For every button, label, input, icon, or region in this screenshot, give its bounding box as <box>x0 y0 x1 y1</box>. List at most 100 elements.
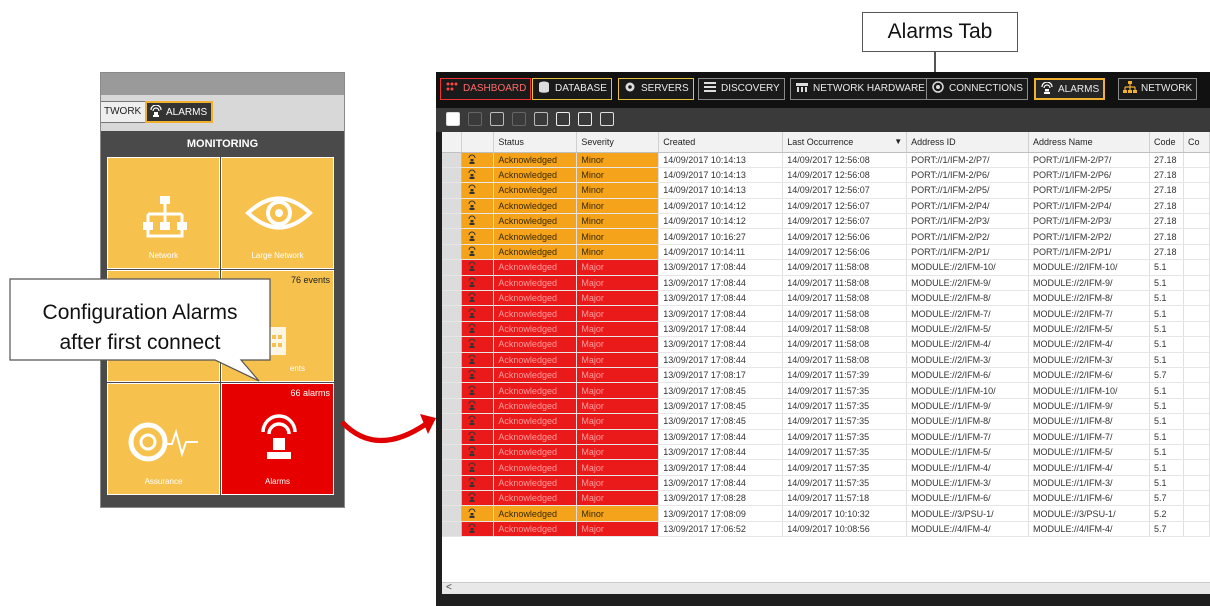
row-gutter[interactable] <box>442 475 463 492</box>
row-gutter[interactable] <box>442 429 463 445</box>
unacknowledge-icon[interactable] <box>512 112 526 126</box>
table-row[interactable]: Acknowledged Major 13/09/2017 17:08:44 14/0… <box>442 305 1210 322</box>
table-row[interactable]: Acknowledged Minor 14/09/2017 10:14:13 14/0… <box>442 182 1210 199</box>
row-gutter[interactable] <box>442 398 463 415</box>
row-gutter[interactable] <box>442 352 463 368</box>
nav-tab-servers[interactable]: SERVERS <box>618 78 694 100</box>
siren-icon <box>468 169 476 180</box>
row-gutter[interactable] <box>442 290 463 307</box>
column-header-address-name[interactable]: Address Name <box>1028 132 1150 153</box>
cell-co <box>1183 352 1210 368</box>
table-row[interactable]: Acknowledged Major 13/09/2017 17:08:44 14/0… <box>442 290 1210 307</box>
cell-address-name: MODULE://2/IFM-3/ <box>1028 352 1150 368</box>
cell-severity: Minor <box>576 505 660 522</box>
tile-network[interactable]: Network <box>107 157 220 269</box>
alarm-filter-icon[interactable] <box>556 112 570 126</box>
row-gutter[interactable] <box>442 505 463 522</box>
table-row[interactable]: Acknowledged Major 13/09/2017 17:08:44 14/0… <box>442 475 1210 492</box>
row-alarm-cell <box>461 167 495 184</box>
nav-tab-database[interactable]: DATABASE <box>532 78 612 100</box>
table-row[interactable]: Acknowledged Major 13/09/2017 17:08:45 14/0… <box>442 398 1210 415</box>
scroll-left-arrow[interactable]: < <box>446 582 452 593</box>
row-gutter[interactable] <box>442 490 463 507</box>
cell-created: 13/09/2017 17:08:45 <box>658 398 784 415</box>
cell-co <box>1183 336 1210 353</box>
nav-tab-connections[interactable]: CONNECTIONS <box>926 78 1028 100</box>
column-header-co[interactable]: Co <box>1183 132 1210 153</box>
nav-tab-dashboard[interactable]: DASHBOARD <box>440 78 532 100</box>
table-row[interactable]: Acknowledged Minor 14/09/2017 10:14:13 14/0… <box>442 152 1210 168</box>
column-header-created[interactable]: Created <box>658 132 784 153</box>
column-header-status[interactable]: Status <box>493 132 578 153</box>
table-row[interactable]: Acknowledged Major 13/09/2017 17:08:44 14/0… <box>442 352 1210 368</box>
table-row[interactable]: Acknowledged Major 13/09/2017 17:08:44 14/0… <box>442 275 1210 292</box>
row-gutter[interactable] <box>442 321 463 338</box>
table-row[interactable]: Acknowledged Minor 14/09/2017 10:16:27 14/0… <box>442 228 1210 245</box>
column-header-icon[interactable] <box>461 132 495 153</box>
table-row[interactable]: Acknowledged Major 13/09/2017 17:08:28 14/0… <box>442 490 1210 507</box>
alarm-settings-icon[interactable] <box>600 112 614 126</box>
table-row[interactable]: Acknowledged Major 13/09/2017 17:08:17 14/0… <box>442 367 1210 384</box>
nav-tab-alarms[interactable]: ALARMS <box>1034 78 1106 100</box>
column-header-code[interactable]: Code <box>1149 132 1184 153</box>
tile-alarms[interactable]: 66 alarms Alarms <box>221 383 334 495</box>
table-row[interactable]: Acknowledged Major 13/09/2017 17:06:52 14/0… <box>442 521 1210 538</box>
nav-tab-network[interactable]: NETWORK <box>1118 78 1198 100</box>
tab-network[interactable]: TWORK <box>101 101 147 123</box>
table-row[interactable]: Acknowledged Major 13/09/2017 17:08:44 14/0… <box>442 259 1210 276</box>
row-alarm-cell <box>461 321 495 338</box>
column-header-last-occurrence[interactable]: Last Occurrence ▼ <box>782 132 908 153</box>
row-gutter[interactable] <box>442 336 463 353</box>
row-gutter[interactable] <box>442 152 463 168</box>
favorite-icon[interactable] <box>578 112 592 126</box>
row-gutter[interactable] <box>442 382 463 399</box>
acknowledge-all-icon[interactable] <box>490 112 504 126</box>
red-arrow-connector <box>340 414 436 443</box>
row-gutter[interactable] <box>442 521 463 538</box>
cell-created: 13/09/2017 17:08:44 <box>658 305 784 322</box>
row-gutter[interactable] <box>442 367 463 384</box>
row-gutter[interactable] <box>442 228 463 245</box>
acknowledge-icon[interactable] <box>468 112 482 126</box>
nav-tab-discovery[interactable]: DISCOVERY <box>698 78 785 100</box>
nav-tab-label: ALARMS <box>1058 84 1100 95</box>
table-row[interactable]: Acknowledged Major 13/09/2017 17:08:44 14/0… <box>442 459 1210 476</box>
siren-icon <box>150 104 162 117</box>
row-gutter[interactable] <box>442 275 463 292</box>
column-header-address-id[interactable]: Address ID <box>906 132 1030 153</box>
row-gutter[interactable] <box>442 459 463 476</box>
column-header-severity[interactable]: Severity <box>576 132 660 153</box>
table-row[interactable]: Acknowledged Major 13/09/2017 17:08:45 14/0… <box>442 382 1210 399</box>
cell-last-occurrence: 14/09/2017 12:56:07 <box>782 198 908 215</box>
column-header-label: Address Name <box>1033 136 1093 147</box>
clear-alarm-icon[interactable] <box>534 112 548 126</box>
cell-last-occurrence: 14/09/2017 11:57:35 <box>782 382 908 399</box>
tab-alarms[interactable]: ALARMS <box>145 101 214 123</box>
row-gutter[interactable] <box>442 259 463 276</box>
table-row[interactable]: Acknowledged Major 13/09/2017 17:08:44 14/0… <box>442 336 1210 353</box>
nav-tab-network-hardware[interactable]: NETWORK HARDWARE <box>790 78 930 100</box>
row-gutter[interactable] <box>442 244 463 261</box>
row-gutter[interactable] <box>442 198 463 215</box>
cell-last-occurrence: 14/09/2017 11:57:35 <box>782 398 908 415</box>
search-icon[interactable] <box>446 112 460 126</box>
row-gutter[interactable] <box>442 413 463 430</box>
row-gutter[interactable] <box>442 305 463 322</box>
table-row[interactable]: Acknowledged Major 13/09/2017 17:08:45 14/0… <box>442 413 1210 430</box>
siren-icon <box>468 523 476 534</box>
tile-large-network[interactable]: Large Network <box>221 157 334 269</box>
row-gutter[interactable] <box>442 213 463 230</box>
table-row[interactable]: Acknowledged Minor 14/09/2017 10:14:12 14/0… <box>442 198 1210 215</box>
horizontal-scrollbar[interactable]: < <box>442 582 1210 594</box>
row-gutter[interactable] <box>442 167 463 184</box>
table-row[interactable]: Acknowledged Minor 13/09/2017 17:08:09 14/0… <box>442 505 1210 522</box>
table-row[interactable]: Acknowledged Major 13/09/2017 17:08:44 14/0… <box>442 321 1210 338</box>
table-row[interactable]: Acknowledged Minor 14/09/2017 10:14:13 14/0… <box>442 167 1210 184</box>
table-row[interactable]: Acknowledged Minor 14/09/2017 10:14:12 14/0… <box>442 213 1210 230</box>
table-row[interactable]: Acknowledged Minor 14/09/2017 10:14:11 14/0… <box>442 244 1210 261</box>
row-gutter[interactable] <box>442 444 463 461</box>
row-gutter[interactable] <box>442 182 463 199</box>
tile-assurance[interactable]: Assurance <box>107 383 220 495</box>
table-row[interactable]: Acknowledged Major 13/09/2017 17:08:44 14/0… <box>442 429 1210 445</box>
table-row[interactable]: Acknowledged Major 13/09/2017 17:08:44 14/0… <box>442 444 1210 461</box>
